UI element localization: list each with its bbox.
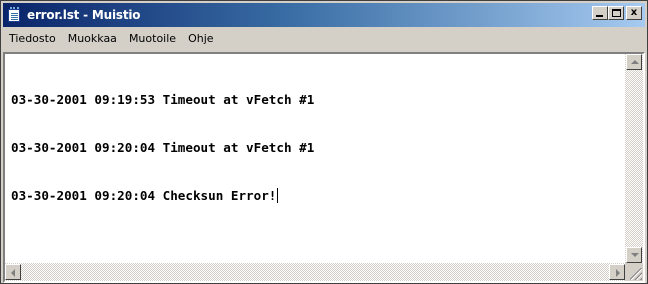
- scroll-right-button[interactable]: [609, 264, 625, 280]
- menu-bar: Tiedosto Muokkaa Muotoile Ohje: [3, 29, 645, 49]
- minimize-button[interactable]: [592, 6, 608, 20]
- size-grip-corner[interactable]: [625, 263, 643, 281]
- text-line: 03-30-2001 09:19:53 Timeout at vFetch #1: [11, 92, 315, 107]
- scroll-up-button[interactable]: [626, 54, 642, 70]
- menu-format[interactable]: Muotoile: [123, 30, 182, 48]
- text-editor[interactable]: 03-30-2001 09:19:53 Timeout at vFetch #1…: [5, 54, 625, 263]
- scroll-down-button[interactable]: [626, 247, 642, 263]
- text-line: 03-30-2001 09:20:04 Checksun Error!: [11, 188, 277, 203]
- horizontal-scrollbar[interactable]: [5, 263, 625, 281]
- maximize-button[interactable]: [608, 6, 624, 20]
- title-bar[interactable]: error.lst - Muistio x: [3, 3, 645, 27]
- arrow-down-icon: [631, 253, 639, 257]
- arrow-right-icon: [616, 269, 620, 277]
- close-button[interactable]: x: [626, 6, 642, 20]
- text-line: 03-30-2001 09:20:04 Timeout at vFetch #1: [11, 140, 315, 155]
- text-caret: [277, 188, 279, 203]
- scroll-left-button[interactable]: [5, 264, 21, 280]
- notepad-window: error.lst - Muistio x Tiedosto Muokkaa M…: [0, 0, 648, 284]
- notepad-icon[interactable]: [7, 7, 23, 23]
- text-line-with-caret: 03-30-2001 09:20:04 Checksun Error!: [11, 188, 625, 204]
- resize-grip-icon: [630, 268, 642, 280]
- close-icon: x: [630, 7, 638, 18]
- arrow-up-icon: [631, 60, 639, 64]
- editor-frame: 03-30-2001 09:19:53 Timeout at vFetch #1…: [3, 52, 645, 283]
- menu-edit[interactable]: Muokkaa: [62, 30, 123, 48]
- arrow-left-icon: [11, 269, 15, 277]
- window-title: error.lst - Muistio: [27, 8, 141, 22]
- maximize-icon: [612, 9, 621, 17]
- minimize-icon: [596, 15, 603, 17]
- menu-file[interactable]: Tiedosto: [3, 30, 62, 48]
- vertical-scrollbar[interactable]: [625, 54, 643, 263]
- window-controls: x: [592, 6, 642, 20]
- menu-help[interactable]: Ohje: [182, 30, 219, 48]
